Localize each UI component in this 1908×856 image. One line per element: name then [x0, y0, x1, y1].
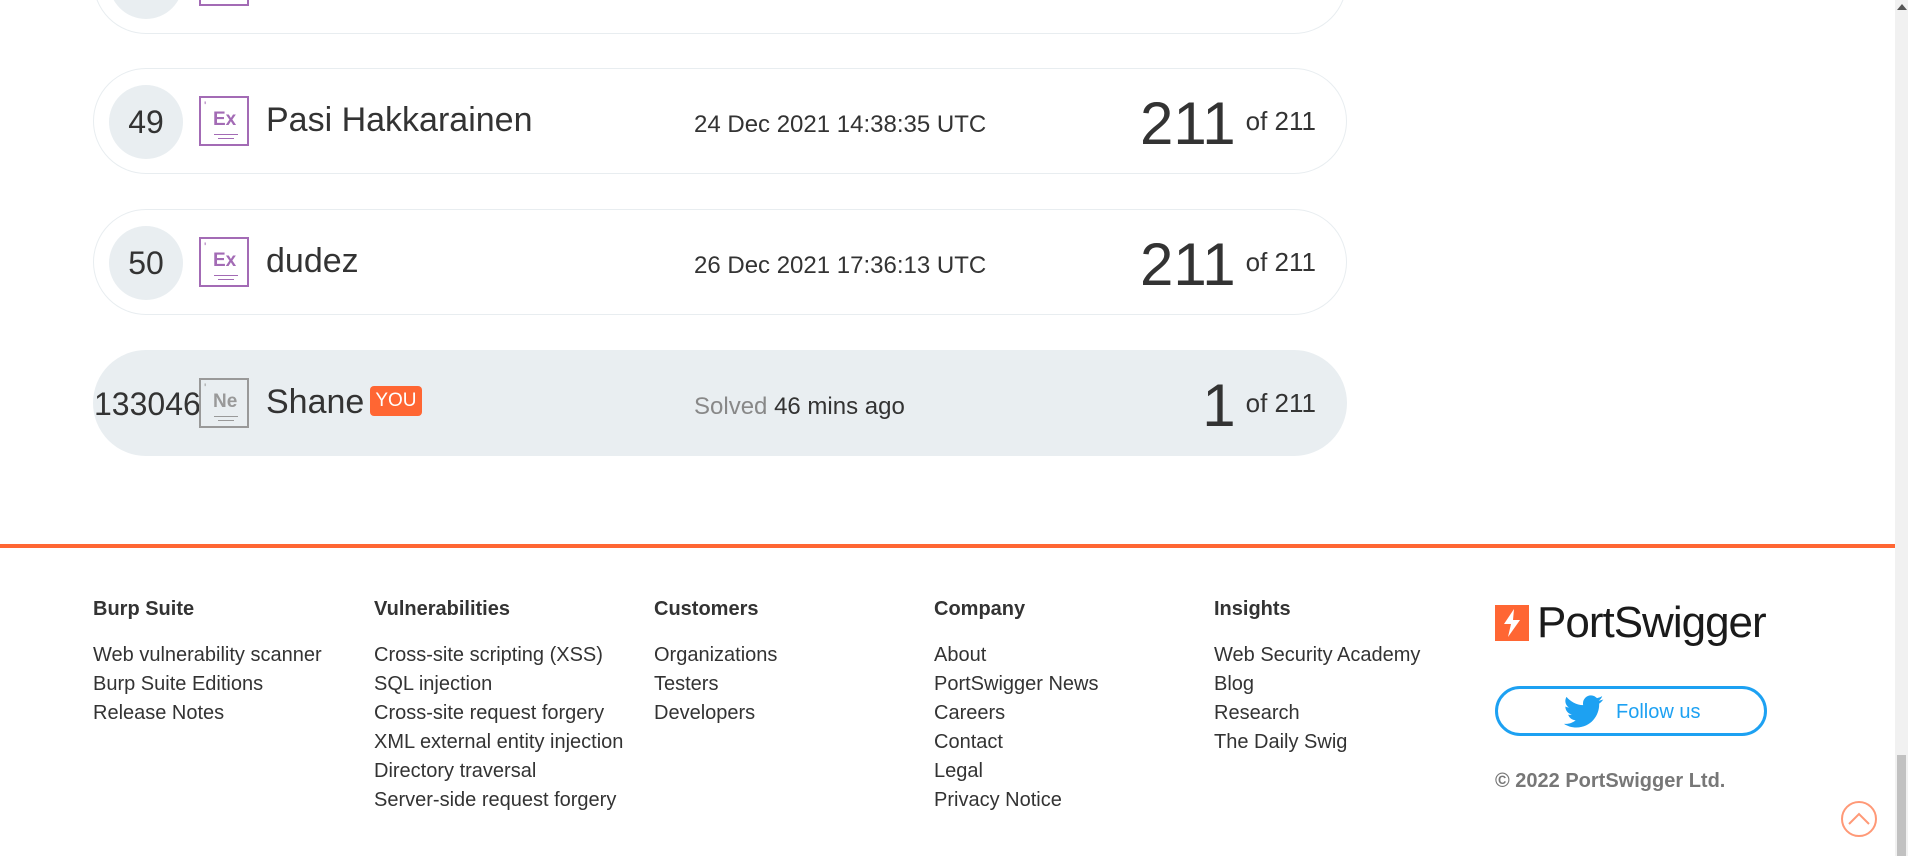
brand-name: PortSwigger [1537, 598, 1767, 647]
footer-link[interactable]: Server-side request forgery [374, 786, 654, 815]
footer-link[interactable]: XML external entity injection [374, 728, 654, 757]
footer-link[interactable]: Blog [1214, 670, 1494, 699]
score-total: of 211 [1245, 106, 1316, 136]
footer-col-insights: Insights Web Security Academy Blog Resea… [1214, 598, 1494, 757]
rank-number: 49 [109, 85, 183, 159]
footer-col-customers: Customers Organizations Testers Develope… [654, 598, 934, 728]
score: 211 of 211 [1140, 89, 1316, 158]
twitter-bird-icon [1564, 695, 1604, 735]
current-user-row: 133046 ' Ne Shane YOU Solved 46 mins ago 1… [93, 350, 1347, 456]
username[interactable]: dudez [266, 242, 359, 281]
footer-link[interactable]: Contact [934, 728, 1214, 757]
username[interactable]: Shane YOU [266, 383, 422, 422]
novice-badge-icon: ' Ne [199, 378, 249, 428]
completion-date: 24 Dec 2021 14:38:35 UTC [694, 111, 987, 138]
leaderboard-row: 50 ' Ex dudez 26 Dec 2021 17:36:13 UTC 21… [93, 209, 1347, 315]
score: 1 of 211 [1202, 371, 1316, 440]
score-value: 1 [1202, 372, 1236, 439]
solved-time: Solved 46 mins ago [694, 393, 905, 420]
footer-heading: Burp Suite [93, 598, 195, 620]
footer-link[interactable]: PortSwigger News [934, 670, 1214, 699]
footer-link[interactable]: Web Security Academy [1214, 641, 1494, 670]
leaderboard-row: 49 ' Ex Pasi Hakkarainen 24 Dec 2021 14:3… [93, 68, 1347, 174]
leaderboard-row-partial [93, 0, 1347, 34]
footer-link[interactable]: About [934, 641, 1214, 670]
footer-link[interactable]: Careers [934, 699, 1214, 728]
back-to-top-button[interactable] [1841, 801, 1877, 837]
footer-col-company: Company About PortSwigger News Careers C… [934, 598, 1214, 815]
portswigger-logo-icon [1495, 605, 1529, 641]
footer-link[interactable]: Privacy Notice [934, 786, 1214, 815]
footer-heading: Customers [654, 598, 759, 620]
expert-badge-icon: ' Ex [199, 237, 249, 287]
expert-badge-icon: ' Ex [199, 96, 249, 146]
footer-link[interactable]: The Daily Swig [1214, 728, 1494, 757]
footer-heading: Insights [1214, 598, 1291, 620]
scrollbar-thumb[interactable] [1897, 755, 1906, 856]
rank-number: 50 [109, 226, 183, 300]
twitter-follow-button[interactable]: Follow us [1495, 686, 1767, 736]
chevron-up-icon [1848, 812, 1870, 825]
score-value: 211 [1139, 90, 1236, 157]
footer-link[interactable]: SQL injection [374, 670, 654, 699]
footer-link[interactable]: Cross-site request forgery [374, 699, 654, 728]
score-total: of 211 [1245, 247, 1316, 277]
footer-link[interactable]: Developers [654, 699, 934, 728]
footer-link[interactable]: Directory traversal [374, 757, 654, 786]
footer-link[interactable]: Web vulnerability scanner [93, 641, 373, 670]
username[interactable]: Pasi Hakkarainen [266, 101, 532, 140]
rank-number: 133046 [94, 386, 201, 422]
footer-link[interactable]: Cross-site scripting (XSS) [374, 641, 654, 670]
follow-label: Follow us [1616, 701, 1701, 723]
level-badge-icon [199, 0, 249, 6]
footer-link[interactable]: Release Notes [93, 699, 373, 728]
footer-link[interactable]: Research [1214, 699, 1494, 728]
footer-divider [0, 544, 1895, 548]
rank-circle [109, 0, 183, 19]
footer-heading: Company [934, 598, 1026, 620]
score: 211 of 211 [1140, 230, 1316, 299]
footer-link[interactable]: Burp Suite Editions [93, 670, 373, 699]
footer-link[interactable]: Legal [934, 757, 1214, 786]
copyright: © 2022 PortSwigger Ltd. [1495, 770, 1726, 792]
footer-col-vulnerabilities: Vulnerabilities Cross-site scripting (XS… [374, 598, 654, 815]
you-badge: YOU [370, 386, 422, 417]
completion-date: 26 Dec 2021 17:36:13 UTC [694, 252, 987, 279]
score-total: of 211 [1245, 388, 1316, 418]
footer-link[interactable]: Organizations [654, 641, 934, 670]
footer-col-burp-suite: Burp Suite Web vulnerability scanner Bur… [93, 598, 373, 728]
score-value: 211 [1139, 231, 1236, 298]
page-scrollbar[interactable] [1895, 0, 1908, 856]
footer-heading: Vulnerabilities [374, 598, 510, 620]
footer-link[interactable]: Testers [654, 670, 934, 699]
scroll-up-arrow-icon[interactable] [1897, 4, 1907, 10]
